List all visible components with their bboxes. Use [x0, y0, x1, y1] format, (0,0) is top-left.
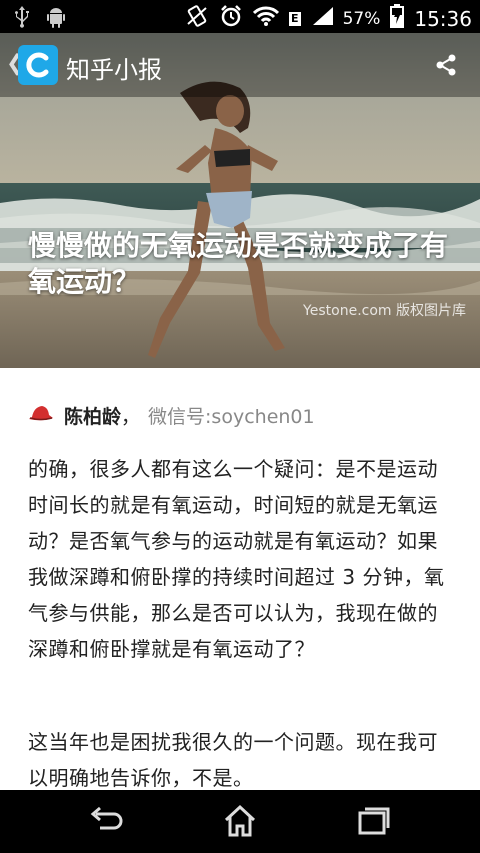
alarm-icon	[219, 4, 243, 33]
network-type-badge: E	[289, 11, 301, 26]
navigation-bar	[0, 790, 480, 853]
home-icon[interactable]	[220, 804, 260, 838]
status-bar: E 57% 15:36	[0, 0, 480, 33]
status-right-icons: E 57% 15:36	[185, 4, 472, 33]
author-wechat: 微信号:soychen01	[148, 406, 315, 428]
article-title: 慢慢做的无氧运动是否就变成了有氧运动？	[28, 229, 449, 298]
author-line: 陈柏龄 ， 微信号:soychen01	[28, 402, 315, 429]
action-bar: ❮ 知乎小报	[0, 33, 480, 97]
wifi-icon	[252, 5, 280, 32]
app-logo[interactable]	[18, 45, 58, 85]
recent-apps-icon[interactable]	[354, 804, 394, 838]
app-title[interactable]: 知乎小报	[66, 50, 162, 85]
author-separator: ，	[121, 406, 141, 428]
signal-icon	[311, 5, 333, 32]
share-icon[interactable]	[434, 53, 458, 81]
article-body: 陈柏龄 ， 微信号:soychen01 的确，很多人都有这么一个疑问：是不是运动…	[0, 368, 480, 790]
back-icon[interactable]	[86, 804, 126, 838]
author-name[interactable]: 陈柏龄	[64, 402, 121, 429]
article-paragraph: 这当年也是困扰我很久的一个问题。现在我可以明确地告诉你，不是。	[28, 730, 438, 790]
status-left-icons	[14, 6, 66, 32]
image-watermark: Yestone.com 版权图片库	[303, 303, 466, 319]
battery-percent: 57%	[342, 8, 381, 29]
article-paragraph: 的确，很多人都有这么一个疑问：是不是运动时间长的就是有氧运动，时间短的就是无氧运…	[28, 457, 445, 661]
usb-icon	[14, 6, 30, 32]
vibrate-icon	[185, 4, 209, 33]
clock: 15:36	[414, 6, 472, 31]
author-avatar[interactable]	[28, 403, 54, 428]
android-icon	[46, 6, 66, 32]
battery-charging-icon	[390, 4, 405, 33]
